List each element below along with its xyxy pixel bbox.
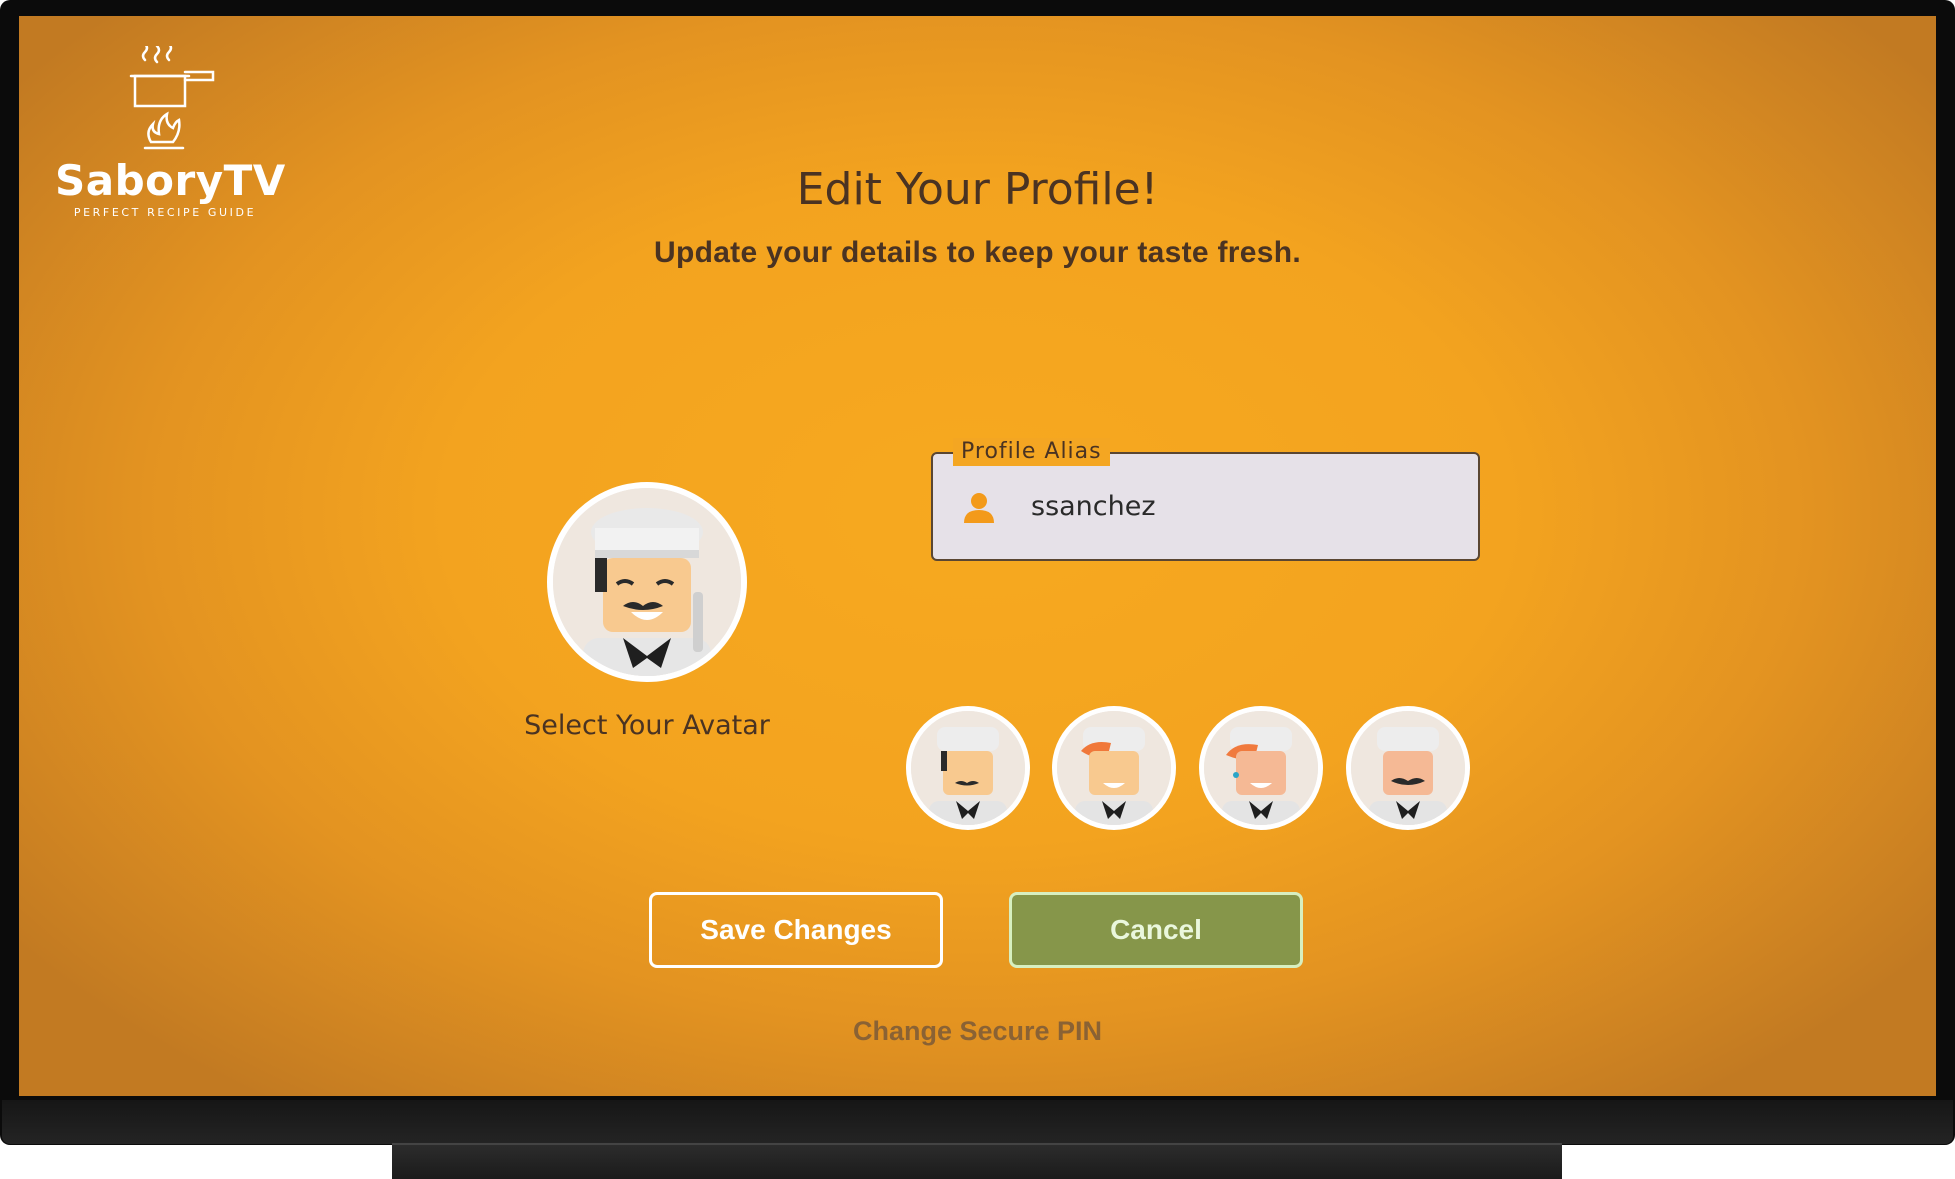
- person-icon: [964, 493, 994, 523]
- tv-chin: [2, 1100, 1953, 1144]
- chef-woman-red-hair-icon: [1057, 711, 1171, 825]
- page-subtitle: Update your details to keep your taste f…: [653, 236, 1301, 269]
- cancel-button[interactable]: Cancel: [1009, 892, 1303, 968]
- alias-label: Profile Alias: [953, 438, 1110, 466]
- alias-input[interactable]: [1031, 482, 1451, 530]
- profile-alias-field[interactable]: Profile Alias: [931, 438, 1480, 561]
- save-changes-button[interactable]: Save Changes: [649, 892, 943, 968]
- chef-avatar-icon: [553, 488, 741, 676]
- avatar-label: Select Your Avatar: [524, 710, 770, 741]
- tv-stand: [392, 1143, 1562, 1179]
- avatar-option-4[interactable]: [1346, 706, 1470, 830]
- change-secure-pin-link[interactable]: Change Secure PIN: [19, 1016, 1936, 1047]
- avatar-option-1[interactable]: [906, 706, 1030, 830]
- avatar-option-3[interactable]: [1199, 706, 1323, 830]
- tv-screen: SaboryTV PERFECT RECIPE GUIDE Edit Your …: [19, 16, 1936, 1096]
- chef-man-big-mustache-icon: [1351, 711, 1465, 825]
- chef-mustache-hat-icon: [911, 711, 1025, 825]
- avatar-option-2[interactable]: [1052, 706, 1176, 830]
- chef-woman-orange-hair-icon: [1204, 711, 1318, 825]
- page-title: Edit Your Profile!: [796, 164, 1159, 215]
- cooking-pot-icon: [129, 46, 215, 150]
- selected-avatar[interactable]: [547, 482, 747, 682]
